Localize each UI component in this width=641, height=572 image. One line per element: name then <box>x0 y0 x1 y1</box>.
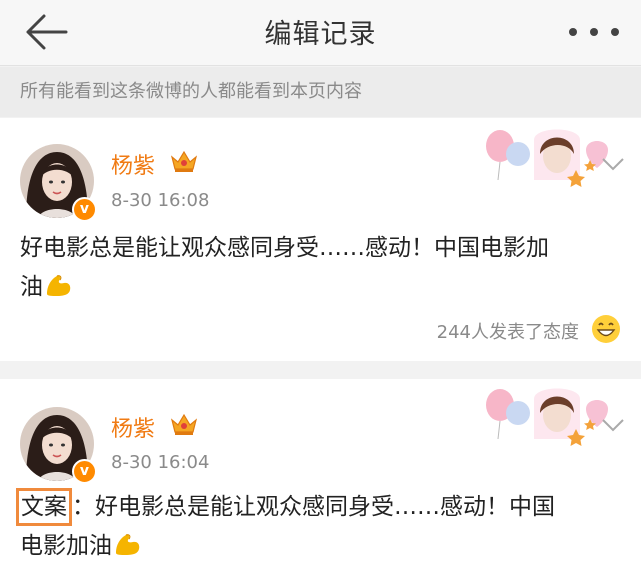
crown-icon <box>170 413 198 435</box>
more-dots-icon <box>611 28 619 36</box>
label-separator: ： <box>72 494 95 520</box>
edit-record-card: v 杨紫 8-30 16:04 文案 ：好电影总是能让观众感同身受……感动！中国 … <box>0 379 641 572</box>
page-title: 编辑记录 <box>264 19 377 50</box>
post-time: 8-30 16:04 <box>111 452 210 473</box>
post-text: 文案 ：好电影总是能让观众感同身受……感动！中国 电影加油 <box>16 488 620 566</box>
post-text-main: 好电影总是能让观众感同身受……感动！中国 <box>95 494 555 520</box>
edit-record-card: v 杨紫 8-30 16:08 好电影总是能让观众感同身受……感动！中国电影加 … <box>0 118 641 361</box>
card-decoration-icon <box>486 388 608 446</box>
more-button[interactable] <box>569 12 619 52</box>
reactions-count[interactable]: 244人发表了态度 <box>437 318 579 344</box>
top-nav-bar: 编辑记录 <box>0 0 641 66</box>
post-text: 好电影总是能让观众感同身受……感动！中国电影加 油 <box>20 229 620 307</box>
flexed-biceps-icon <box>47 275 71 296</box>
post-time: 8-30 16:08 <box>111 190 210 211</box>
copywriting-label: 文案 <box>16 488 72 526</box>
post-text-tail: 电影加油 <box>20 533 112 559</box>
visibility-notice: 所有能看到这条微博的人都能看到本页内容 <box>0 67 641 117</box>
verified-badge-icon: v <box>72 197 97 222</box>
chevron-down-icon[interactable] <box>601 417 625 433</box>
author-name[interactable]: 杨紫 <box>111 411 155 443</box>
crown-icon <box>170 150 198 172</box>
flexed-biceps-icon <box>116 534 140 555</box>
post-text-main: 好电影总是能让观众感同身受……感动！中国电影加 <box>20 235 549 261</box>
more-dots-icon <box>569 28 577 36</box>
verified-badge-icon: v <box>72 459 97 484</box>
post-text-tail: 油 <box>20 274 43 300</box>
card-decoration-icon <box>486 129 608 187</box>
grin-emoji-icon[interactable] <box>591 314 621 344</box>
author-name[interactable]: 杨紫 <box>111 148 155 180</box>
more-dots-icon <box>590 28 598 36</box>
chevron-down-icon[interactable] <box>601 156 625 172</box>
